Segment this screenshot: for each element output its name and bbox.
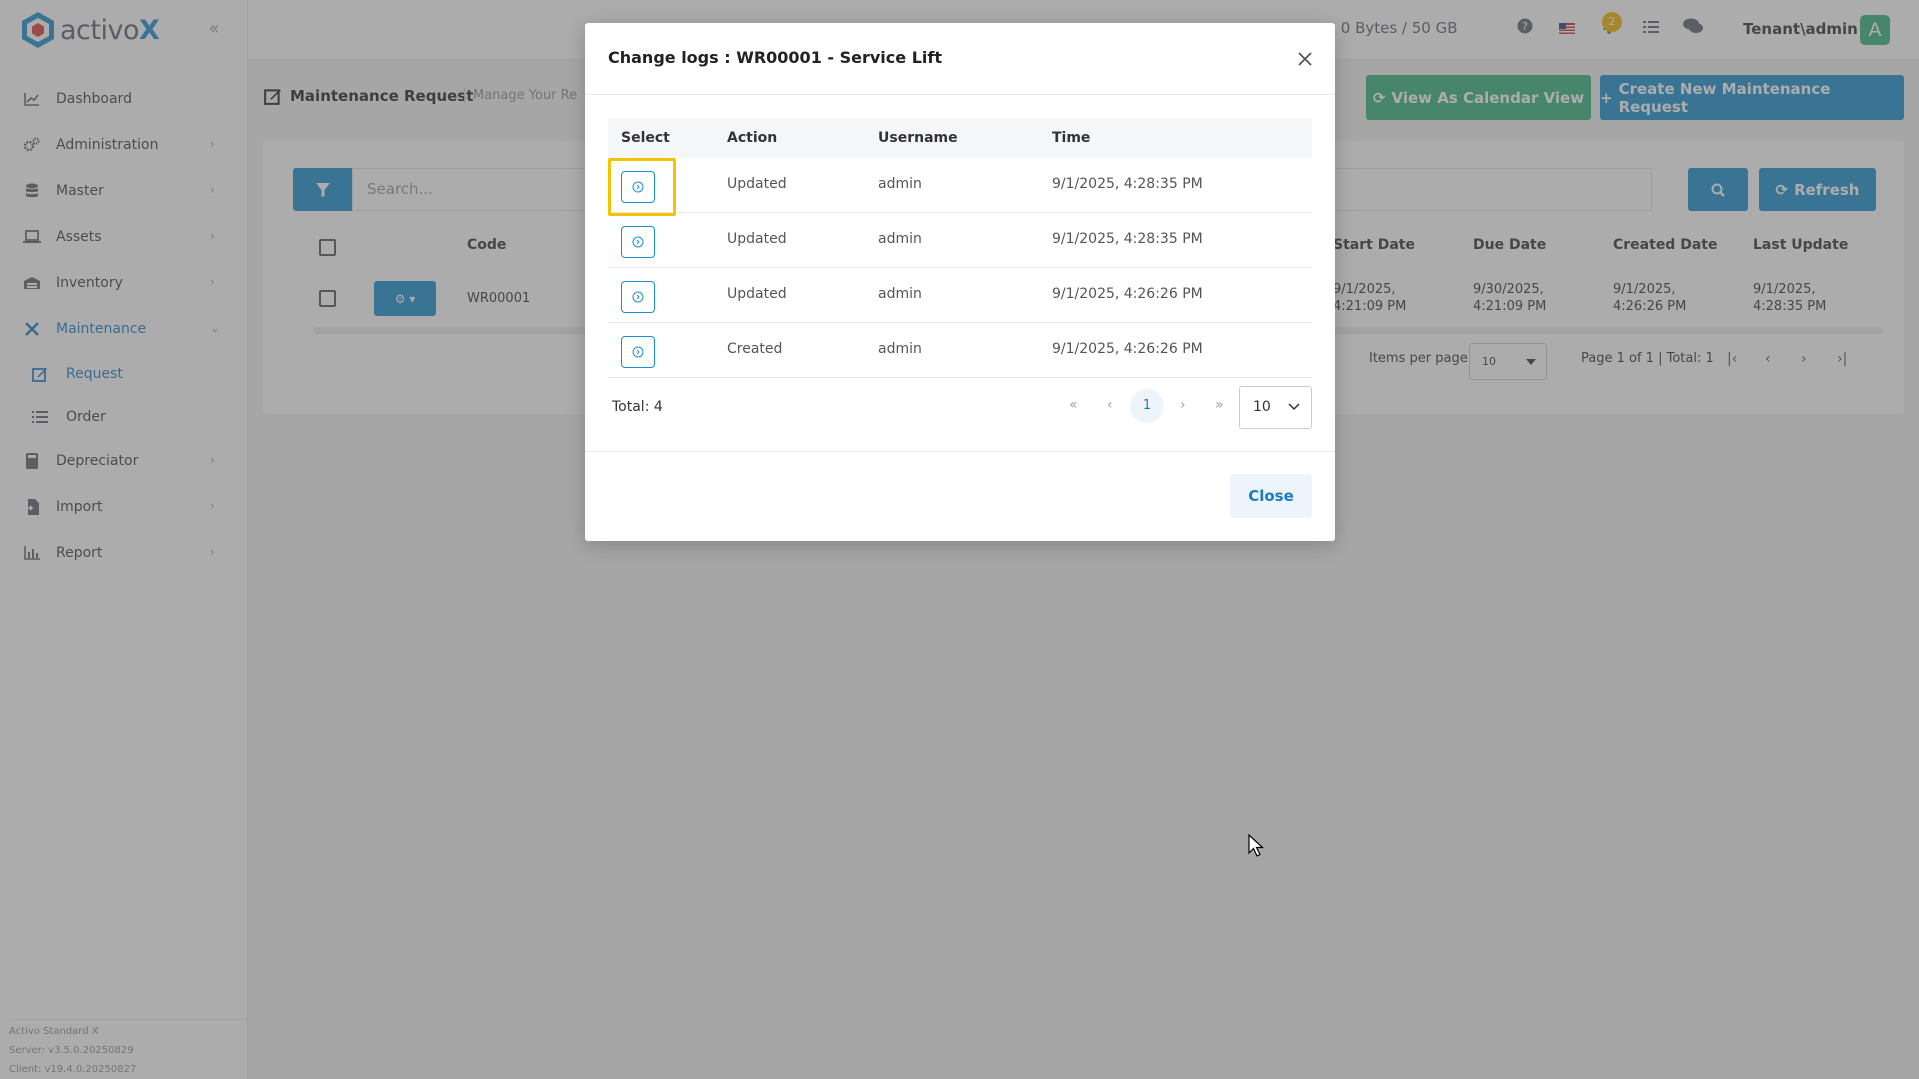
- circle-chevron-icon: [632, 291, 644, 303]
- page-number-current[interactable]: 1: [1130, 389, 1164, 423]
- highlight-frame: [608, 158, 676, 216]
- divider: [585, 94, 1335, 95]
- row-action: Updated: [727, 231, 787, 247]
- view-log-button[interactable]: [621, 336, 655, 368]
- row-action: Updated: [727, 286, 787, 302]
- close-button[interactable]: Close: [1230, 474, 1312, 518]
- change-log-table-header: Select Action Username Time: [608, 118, 1312, 158]
- table-row: Updated admin 9/1/2025, 4:26:26 PM: [608, 268, 1312, 323]
- chevron-down-icon: [1288, 403, 1300, 411]
- column-header-select: Select: [621, 130, 670, 146]
- page-size-value: 10: [1253, 399, 1271, 415]
- row-time: 9/1/2025, 4:28:35 PM: [1052, 231, 1203, 247]
- row-time: 9/1/2025, 4:26:26 PM: [1052, 286, 1203, 302]
- page-size-select[interactable]: 10: [1239, 386, 1312, 429]
- modal-title: Change logs : WR00001 - Service Lift: [608, 48, 942, 67]
- row-action: Updated: [727, 176, 787, 192]
- row-username: admin: [878, 341, 922, 357]
- row-username: admin: [878, 286, 922, 302]
- column-header-username: Username: [878, 130, 958, 146]
- divider: [585, 451, 1335, 452]
- view-log-button[interactable]: [621, 226, 655, 258]
- row-action: Created: [727, 341, 783, 357]
- total-count: Total: 4: [612, 399, 663, 415]
- prev-page-icon[interactable]: ‹: [1107, 397, 1113, 413]
- circle-chevron-icon: [632, 236, 644, 248]
- first-page-icon[interactable]: «: [1069, 397, 1078, 413]
- close-icon[interactable]: [1295, 49, 1315, 69]
- next-page-icon[interactable]: ›: [1180, 397, 1186, 413]
- row-username: admin: [878, 231, 922, 247]
- table-row: Updated admin 9/1/2025, 4:28:35 PM: [608, 158, 1312, 213]
- mouse-cursor-icon: [1248, 834, 1265, 857]
- table-row: Created admin 9/1/2025, 4:26:26 PM: [608, 323, 1312, 378]
- circle-chevron-icon: [632, 346, 644, 358]
- column-header-action: Action: [727, 130, 778, 146]
- last-page-icon[interactable]: »: [1215, 397, 1224, 413]
- row-time: 9/1/2025, 4:26:26 PM: [1052, 341, 1203, 357]
- column-header-time: Time: [1052, 130, 1091, 146]
- row-time: 9/1/2025, 4:28:35 PM: [1052, 176, 1203, 192]
- change-log-modal: Change logs : WR00001 - Service Lift Sel…: [585, 23, 1335, 541]
- view-log-button[interactable]: [621, 281, 655, 313]
- row-username: admin: [878, 176, 922, 192]
- table-row: Updated admin 9/1/2025, 4:28:35 PM: [608, 213, 1312, 268]
